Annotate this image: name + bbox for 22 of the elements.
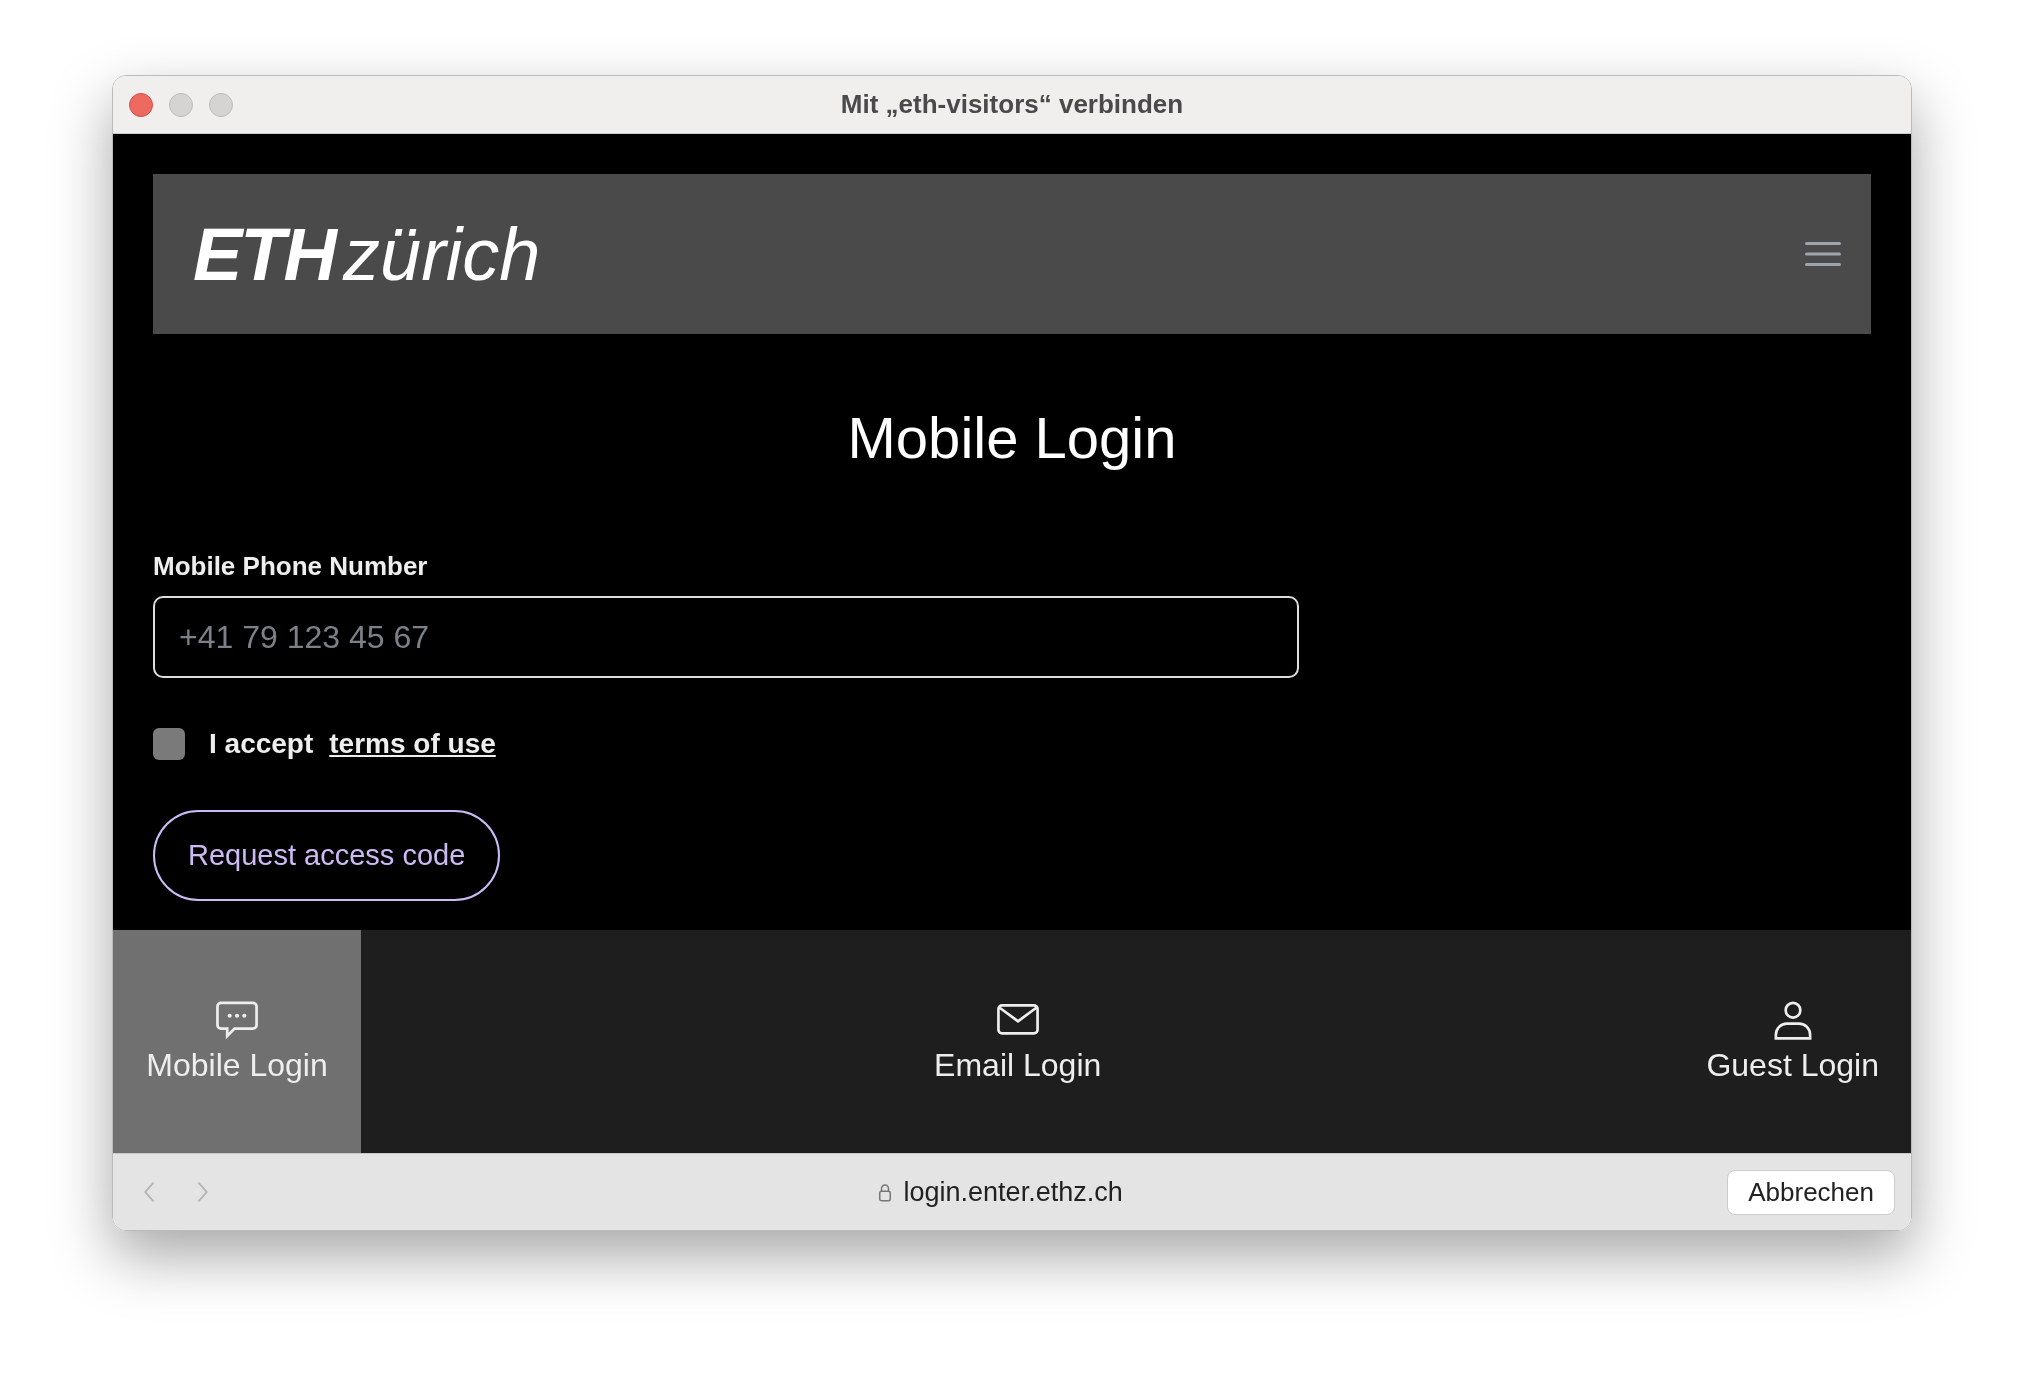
zoom-button[interactable]: [209, 92, 233, 117]
logo[interactable]: ETHzürich: [193, 211, 541, 297]
field-label: Mobile Phone Number: [153, 551, 428, 582]
url-text: login.enter.ethz.ch: [903, 1176, 1123, 1208]
close-button[interactable]: [129, 92, 153, 117]
login-tab[interactable]: Email Login: [904, 930, 1132, 1153]
checkbox[interactable]: [153, 728, 185, 760]
page-heading: Mobile Login: [847, 404, 1177, 471]
chat-icon: [215, 999, 259, 1041]
accept-text: I accept: [209, 728, 314, 760]
back-icon[interactable]: [143, 1180, 157, 1204]
phone-input-field[interactable]: +41 79 123 45 67: [153, 596, 1299, 678]
terms-link[interactable]: terms of use: [329, 728, 496, 760]
minimize-button[interactable]: [169, 92, 193, 117]
window-title: Mit „eth-visitors“ verbinden: [840, 89, 1184, 120]
login-tab[interactable]: Guest Login: [1674, 930, 1911, 1153]
lock-icon: [877, 1182, 892, 1202]
menu-icon[interactable]: [1805, 240, 1841, 268]
cancel-button[interactable]: Abbrechen: [1727, 1169, 1895, 1215]
request-code-button[interactable]: Request access code: [153, 810, 501, 901]
login-tab[interactable]: Mobile Login: [113, 930, 361, 1153]
forward-icon[interactable]: [195, 1180, 209, 1204]
